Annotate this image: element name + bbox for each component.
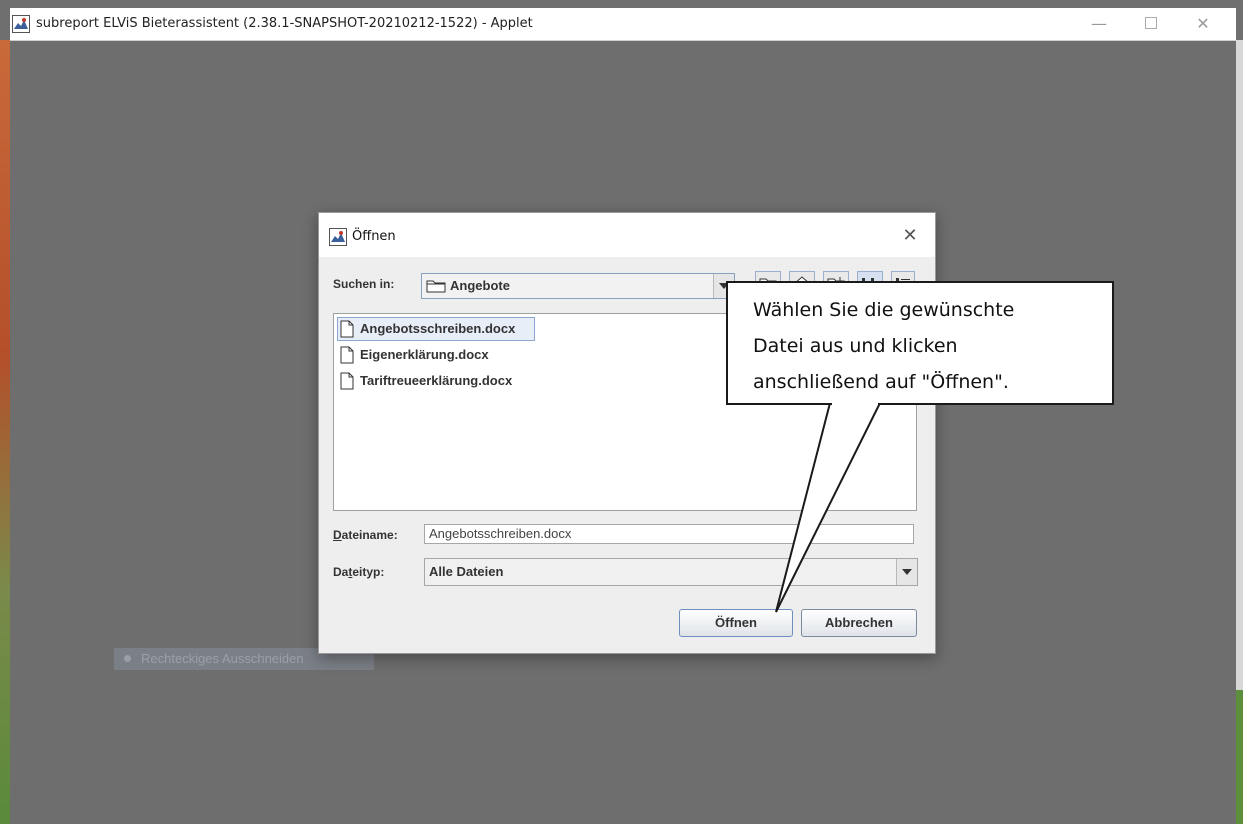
- callout-box: Wählen Sie die gewünschte Datei aus und …: [726, 281, 1114, 405]
- callout-pointer: [775, 402, 882, 613]
- callout-line-1: Wählen Sie die gewünschte: [753, 299, 1015, 321]
- callout-line-3: anschließend auf "Öffnen".: [753, 371, 1009, 393]
- callout-line-2: Datei aus und klicken: [753, 335, 958, 357]
